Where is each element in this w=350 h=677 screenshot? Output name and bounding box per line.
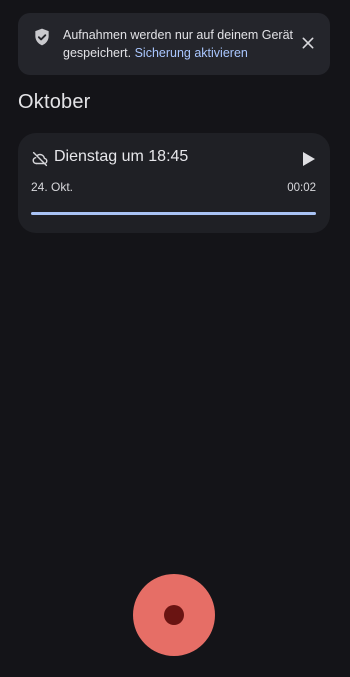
recording-date: 24. Okt. bbox=[31, 180, 74, 194]
playback-progress-fill bbox=[31, 212, 316, 215]
recording-card[interactable]: Dienstag um 18:45 24. Okt. 00:02 bbox=[18, 133, 330, 233]
recording-title: Dienstag um 18:45 bbox=[54, 148, 189, 165]
close-icon[interactable] bbox=[300, 35, 316, 51]
backup-banner: Aufnahmen werden nur auf deinem Gerät ge… bbox=[18, 13, 330, 75]
recording-duration: 00:02 bbox=[287, 182, 316, 194]
enable-backup-link[interactable]: Sicherung aktivieren bbox=[135, 46, 248, 60]
playback-progress-bar[interactable] bbox=[31, 212, 316, 215]
month-heading: Oktober bbox=[18, 91, 91, 113]
record-dot-icon bbox=[164, 605, 184, 625]
banner-text: Aufnahmen werden nur auf deinem Gerät ge… bbox=[63, 26, 293, 62]
record-button[interactable] bbox=[133, 574, 215, 656]
shield-check-icon bbox=[35, 28, 49, 46]
play-icon[interactable] bbox=[302, 151, 316, 167]
cloud-off-icon bbox=[32, 151, 48, 167]
